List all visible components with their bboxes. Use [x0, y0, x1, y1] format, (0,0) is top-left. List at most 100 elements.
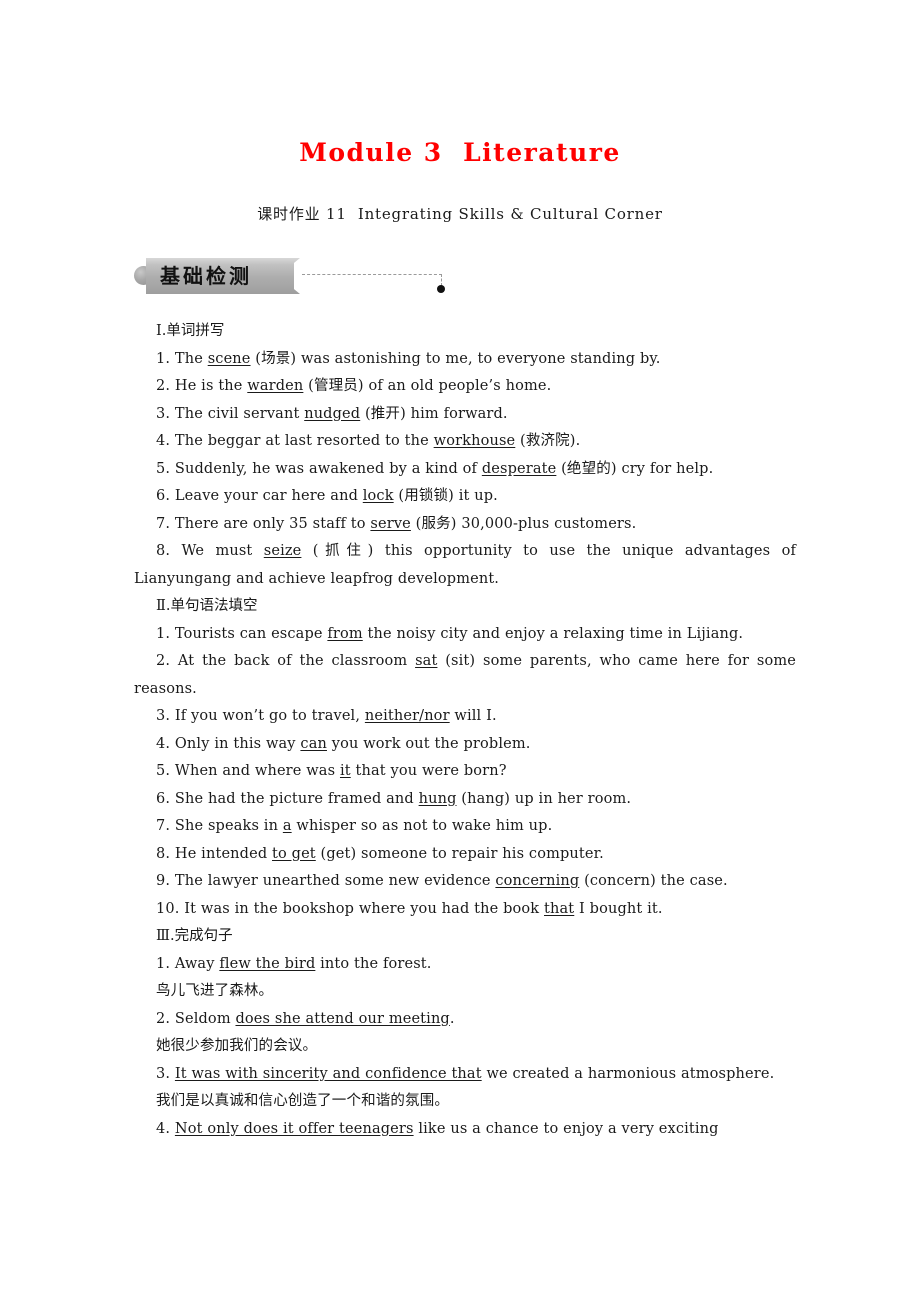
exercise-item: 8. We must seize (抓住) this opportunity t…: [134, 538, 796, 593]
exercise-item: 6. She had the picture framed and hung (…: [134, 786, 796, 814]
exercise-item: 4. Only in this way can you work out the…: [134, 731, 796, 759]
item-text-before: Away: [170, 955, 220, 972]
item-number: 6.: [156, 488, 171, 504]
item-number: 8.: [156, 543, 171, 559]
item-text-before: Only in this way: [170, 735, 301, 752]
exercise-item: 5. Suddenly, he was awakened by a kind o…: [134, 456, 796, 484]
item-text-before: We must: [170, 543, 264, 559]
item-number: 2.: [156, 653, 171, 669]
item-answer: flew the bird: [219, 955, 316, 972]
item-number: 7.: [156, 515, 171, 532]
item-answer: that: [544, 900, 575, 917]
item-text-after: (get) someone to repair his computer.: [315, 845, 604, 862]
item-number: 5.: [156, 460, 171, 477]
item-number: 1.: [156, 955, 171, 972]
item-text-after: whisper so as not to wake him up.: [291, 818, 553, 834]
item-answer: workhouse: [433, 433, 516, 449]
exercise-item: 9. The lawyer unearthed some new evidenc…: [134, 868, 796, 896]
exercise-item: 2. Seldom does she attend our meeting.: [134, 1006, 796, 1034]
item-number: 1.: [156, 625, 171, 642]
item-number: 5.: [156, 763, 171, 779]
item-text-before: Leave your car here and: [170, 488, 363, 504]
exercise-item: 3. If you won’t go to travel, neither/no…: [134, 703, 796, 731]
exercise-item: 7. There are only 35 staff to serve (服务)…: [134, 511, 796, 539]
item-text-after: .: [449, 1010, 455, 1027]
item-text-after: I bought it.: [574, 900, 663, 917]
item-text-before: She had the picture framed and: [170, 790, 419, 807]
item-text-before: There are only 35 staff to: [170, 515, 371, 532]
exercise-item: 10. It was in the bookshop where you had…: [134, 896, 796, 924]
exercise-item: 4. Not only does it offer teenagers like…: [134, 1116, 796, 1144]
section-heading: Ⅱ.单句语法填空: [156, 598, 258, 614]
item-text-after: (场景) was astonishing to me, to everyone …: [250, 350, 661, 367]
item-text-before: Seldom: [170, 1010, 236, 1027]
item-text-after: you work out the problem.: [326, 735, 531, 752]
exercise-content: Ⅰ.单词拼写 1. The scene (场景) was astonishing …: [134, 318, 796, 1143]
item-answer: nudged: [304, 405, 361, 422]
item-text-before: When and where was: [170, 763, 340, 779]
item-answer: neither/nor: [364, 708, 450, 724]
page-title: Module 3 Literature: [299, 138, 621, 167]
item-number: 2.: [156, 1010, 171, 1027]
item-text-after: like us a chance to enjoy a very excitin…: [413, 1120, 719, 1137]
worksheet-subtitle: 课时作业 11 Integrating Skills & Cultural Co…: [257, 205, 663, 223]
item-text-after: that you were born?: [350, 763, 507, 779]
item-number: 3.: [156, 405, 171, 422]
item-answer: it: [339, 763, 351, 779]
item-text-after: (绝望的) cry for help.: [556, 460, 714, 477]
item-number: 3.: [156, 1065, 171, 1082]
banner-label: 基础检测: [160, 264, 252, 288]
item-text-before: The: [170, 350, 208, 367]
item-number: 6.: [156, 790, 171, 807]
item-text-after: we created a harmonious atmosphere.: [481, 1065, 775, 1082]
item-text-before: The civil servant: [170, 405, 305, 422]
item-answer: lock: [362, 488, 394, 504]
item-number: 2.: [156, 378, 171, 394]
item-text-after: (用锁锁) it up.: [393, 488, 498, 504]
item-text-before: He is the: [170, 378, 248, 394]
section-heading: Ⅲ.完成句子: [156, 928, 233, 944]
exercise-item: 3. The civil servant nudged (推开) him for…: [134, 401, 796, 429]
item-text-before: Tourists can escape: [170, 625, 328, 642]
exercise-item: 7. She speaks in a whisper so as not to …: [134, 813, 796, 841]
item-answer: from: [327, 625, 363, 642]
section-heading: Ⅰ.单词拼写: [156, 323, 225, 339]
section-banner: 基础检测: [134, 258, 814, 300]
item-text-before: The beggar at last resorted to the: [170, 433, 434, 449]
item-answer: hung: [418, 790, 457, 807]
exercise-item: 4. The beggar at last resorted to the wo…: [134, 428, 796, 456]
item-answer: can: [300, 735, 327, 752]
exercise-item: 1. Away flew the bird into the forest.: [134, 951, 796, 979]
item-answer: a: [282, 818, 292, 834]
item-translation: 我们是以真诚和信心创造了一个和谐的氛围。: [156, 1093, 449, 1109]
item-text-before: It was in the bookshop where you had the…: [179, 900, 545, 917]
item-text-after: (hang) up in her room.: [456, 790, 632, 807]
exercise-item: 1. The scene (场景) was astonishing to me,…: [134, 346, 796, 374]
item-number: 4.: [156, 433, 171, 449]
item-text-after: (服务) 30,000-plus customers.: [410, 515, 637, 532]
item-answer: warden: [247, 378, 304, 394]
item-answer: sat: [415, 653, 438, 669]
worksheet-page: Module 3 Literature 课时作业 11 Integrating …: [0, 0, 920, 1302]
item-number: 4.: [156, 1120, 171, 1137]
item-answer: It was with sincerity and confidence tha…: [174, 1065, 482, 1082]
item-translation: 鸟儿飞进了森林。: [156, 983, 274, 999]
item-text-after: (救济院).: [515, 433, 581, 449]
item-answer: Not only does it offer teenagers: [174, 1120, 414, 1137]
item-translation: 她很少参加我们的会议。: [156, 1038, 318, 1054]
exercise-item: 2. At the back of the classroom sat (sit…: [134, 648, 796, 703]
item-text-before: The lawyer unearthed some new evidence: [170, 873, 496, 889]
item-text-before: She speaks in: [170, 818, 283, 834]
item-text-after: the noisy city and enjoy a relaxing time…: [362, 625, 744, 642]
item-answer: scene: [207, 350, 251, 367]
item-text-after: (concern) the case.: [579, 873, 728, 889]
item-number: 3.: [156, 708, 171, 724]
item-number: 9.: [156, 873, 171, 889]
item-text-before: Suddenly, he was awakened by a kind of: [170, 460, 482, 477]
item-text-before: He intended: [170, 845, 273, 862]
item-number: 1.: [156, 350, 171, 367]
item-answer: serve: [370, 515, 411, 532]
item-number: 4.: [156, 735, 171, 752]
item-number: 7.: [156, 818, 171, 834]
item-answer: to get: [272, 845, 316, 862]
